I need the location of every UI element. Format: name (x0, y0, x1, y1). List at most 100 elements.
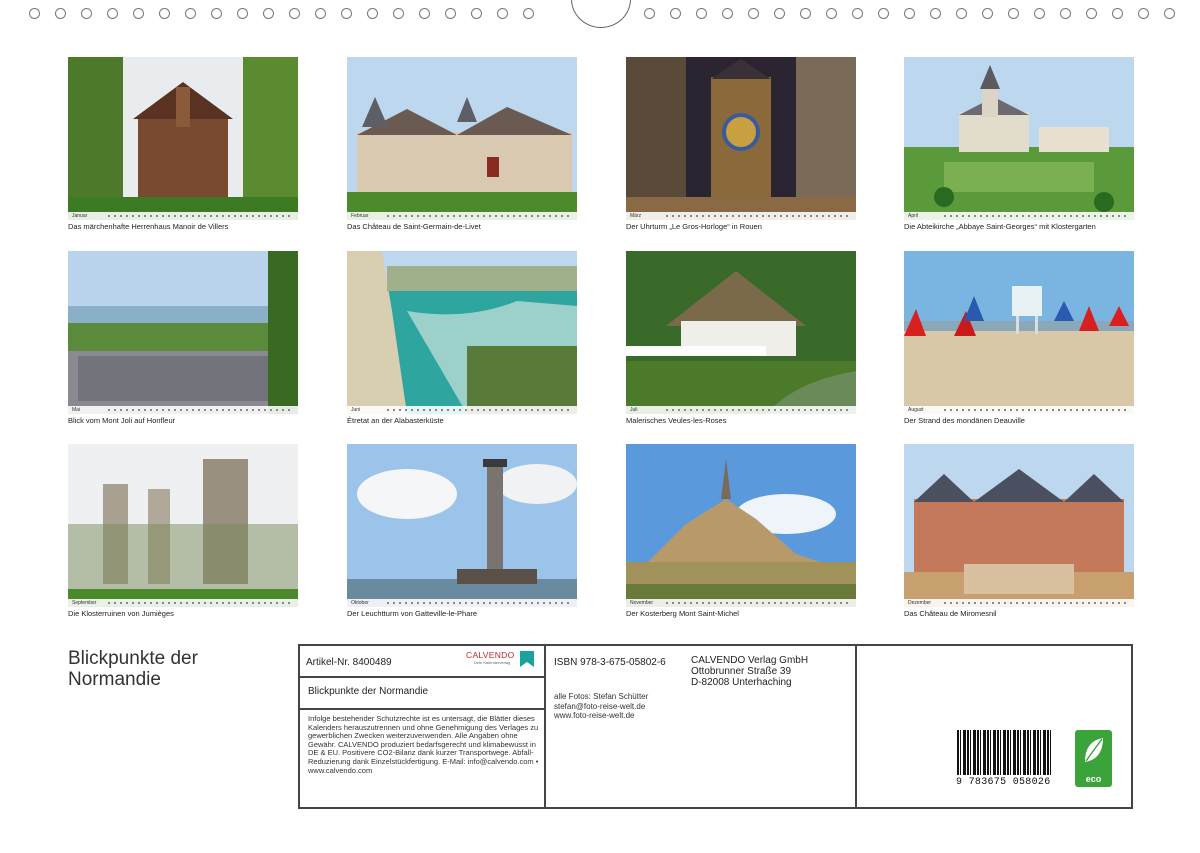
binding-ring (748, 8, 759, 19)
publisher-line-2: Ottobrunner Straße 39 (691, 666, 792, 677)
calvendo-mark-icon (520, 651, 534, 667)
barcode-number: 9 783675 058026 (956, 777, 1051, 788)
binding-ring (211, 8, 222, 19)
binding-ring (1060, 8, 1071, 19)
binding-ring (289, 8, 300, 19)
month-caption: Das märchenhafte Herrenhaus Manoir de Vi… (68, 222, 229, 231)
month-photo: September (68, 444, 298, 607)
publisher-line-3: D-82008 Unterhaching (691, 677, 792, 688)
month-caption: Malerisches Veules-les-Roses (626, 416, 727, 425)
month-caption: Die Klosterruinen von Jumièges (68, 609, 174, 618)
binding-ring (826, 8, 837, 19)
month-thumbnail: Januar Das märchenhafte Herrenhaus Manoir… (68, 57, 298, 231)
strip-month-label: September (72, 600, 97, 606)
binding-ring (670, 8, 681, 19)
calendar-day-strip: Juli (626, 406, 856, 414)
month-caption: Der Leuchtturm von Gatteville-le-Phare (347, 609, 478, 618)
binding-ring (1034, 8, 1045, 19)
calendar-day-strip: September (68, 599, 298, 607)
strip-day-ticks (944, 602, 1130, 604)
month-caption: Das Château de Saint-Germain-de-Livet (347, 222, 481, 231)
binding-ring (81, 8, 92, 19)
binding-ring (1164, 8, 1175, 19)
strip-day-ticks (666, 602, 852, 604)
strip-day-ticks (387, 602, 573, 604)
calendar-title: Blickpunkte der Normandie (68, 648, 198, 690)
beach-photo (904, 251, 1134, 414)
legal-text: Infolge bestehender Schutzrechte ist es … (308, 714, 539, 775)
calendar-day-strip: Mai (68, 406, 298, 414)
binding-ring (722, 8, 733, 19)
photo-credit-line-1: alle Fotos: Stefan Schütter (554, 692, 649, 701)
binding-ring (55, 8, 66, 19)
month-caption: Der Uhrturm „Le Gros-Horloge“ in Rouen (626, 222, 762, 231)
strip-day-ticks (108, 602, 294, 604)
town-photo (68, 251, 298, 414)
calendar-day-strip: Dezember (904, 599, 1134, 607)
month-thumbnail: Dezember Das Château de Miromesnil (904, 444, 1134, 618)
binding-ring (800, 8, 811, 19)
abbey-photo (904, 57, 1134, 220)
calendar-day-strip: Januar (68, 212, 298, 220)
cliff-photo (347, 251, 577, 414)
binding-ring (930, 8, 941, 19)
strip-month-label: Juli (630, 407, 638, 413)
month-photo: Februar (347, 57, 577, 220)
ruins-photo (68, 444, 298, 607)
calendar-day-strip: August (904, 406, 1134, 414)
strip-day-ticks (666, 215, 852, 217)
binding-ring (133, 8, 144, 19)
calendar-day-strip: Oktober (347, 599, 577, 607)
photo-credit-line-2: stefan@foto-reise-welt.de (554, 701, 646, 711)
calvendo-logo: CALVENDO Dein Kalenderverlag (466, 650, 534, 670)
binding-ring (159, 8, 170, 19)
binding-ring (696, 8, 707, 19)
month-photo: Oktober (347, 444, 577, 607)
strip-day-ticks (387, 215, 573, 217)
month-photo: Juli (626, 251, 856, 414)
isbn: ISBN 978-3-675-05802-6 (554, 657, 666, 668)
strip-month-label: Oktober (351, 600, 369, 606)
strip-month-label: Mai (72, 407, 81, 413)
eco-label: eco (1085, 774, 1102, 784)
binding-ring (367, 8, 378, 19)
month-photo: August (904, 251, 1134, 414)
calvendo-logo-sub: Dein Kalenderverlag (474, 660, 511, 665)
binding-ring (107, 8, 118, 19)
binding-ring (774, 8, 785, 19)
leaf-icon (1085, 738, 1103, 762)
month-caption: Der Strand des mondänen Deauville (904, 416, 1025, 425)
product-title: Blickpunkte der Normandie (308, 686, 429, 697)
binding-ring (445, 8, 456, 19)
binding-ring (904, 8, 915, 19)
month-thumbnail: Februar Das Château de Saint-Germain-de-L… (347, 57, 577, 231)
strip-month-label: Dezember (908, 600, 932, 606)
binding-ring (185, 8, 196, 19)
month-thumbnail: Juli Malerisches Veules-les-Roses (626, 251, 856, 425)
calendar-day-strip: Juni (347, 406, 577, 414)
month-photo: Juni (347, 251, 577, 414)
strip-month-label: November (630, 600, 654, 606)
strip-month-label: Juni (351, 407, 361, 413)
binding-ring (315, 8, 326, 19)
binding-ring (1008, 8, 1019, 19)
binding-ring (393, 8, 404, 19)
binding-ring (1112, 8, 1123, 19)
binding-ring (497, 8, 508, 19)
palace-photo (904, 444, 1134, 607)
manor-photo (68, 57, 298, 220)
month-photo: Mai (68, 251, 298, 414)
strip-day-ticks (108, 215, 294, 217)
month-photo: November (626, 444, 856, 607)
month-caption: Die Abteikirche „Abbaye Saint-Georges“ m… (904, 222, 1096, 231)
binding-ring (1138, 8, 1149, 19)
binding-ring (644, 8, 655, 19)
binding-ring (982, 8, 993, 19)
strip-day-ticks (944, 409, 1130, 411)
strip-month-label: März (630, 213, 642, 219)
month-thumbnail: April Die Abteikirche „Abbaye Saint-Georg… (904, 57, 1134, 231)
strip-day-ticks (108, 409, 294, 411)
calvendo-logo-text: CALVENDO (466, 650, 515, 660)
month-photo: Januar (68, 57, 298, 220)
calendar-day-strip: April (904, 212, 1134, 220)
